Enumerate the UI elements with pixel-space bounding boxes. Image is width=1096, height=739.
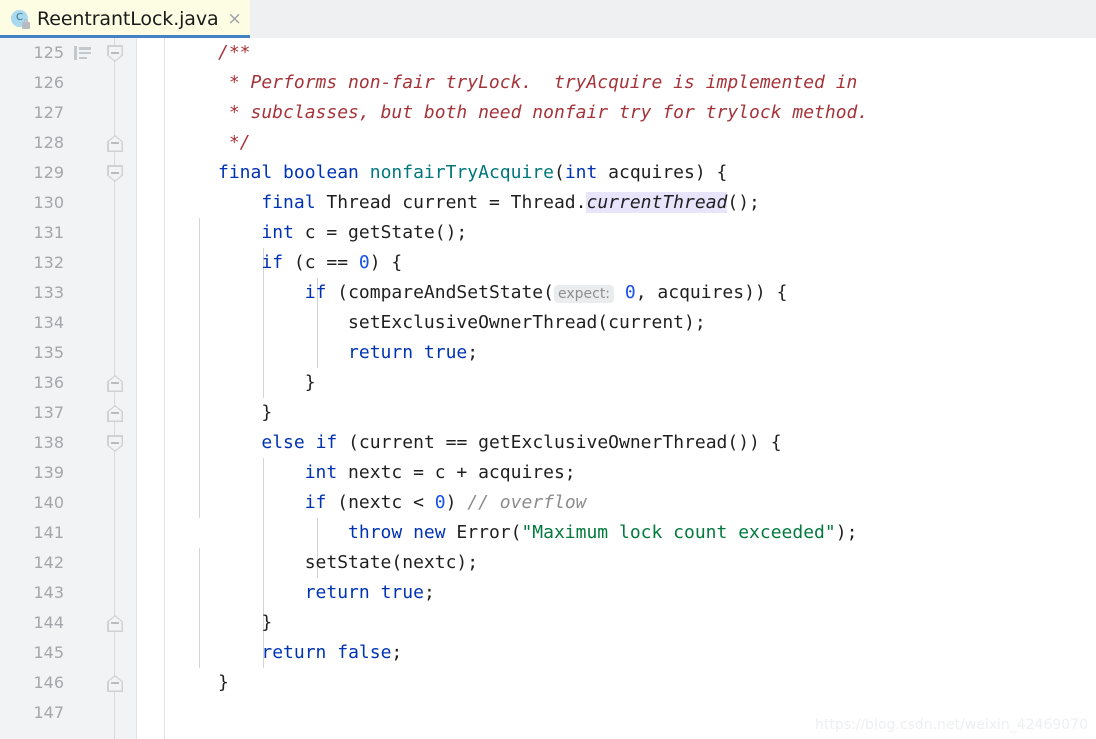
code-line[interactable]: setState(nextc);: [165, 548, 1096, 578]
code-editor[interactable]: 125 126 127 128 129 130 131 132 133 134 135 136 137 1…: [0, 38, 1096, 739]
code-line[interactable]: int c = getState();: [165, 218, 1096, 248]
editor-tab-reentrantlock[interactable]: C ReentrantLock.java ×: [0, 0, 250, 38]
line-number[interactable]: 131: [0, 218, 64, 248]
line-number[interactable]: 144: [0, 608, 64, 638]
inline-comment: // overflow: [467, 492, 587, 513]
line-number[interactable]: 132: [0, 248, 64, 278]
code-line[interactable]: int nextc = c + acquires;: [165, 458, 1096, 488]
code-fold-down-icon[interactable]: [107, 165, 123, 182]
code-line[interactable]: * Performs non-fair tryLock. tryAcquire …: [165, 68, 1096, 98]
line-number[interactable]: 137: [0, 398, 64, 428]
line-number[interactable]: 136: [0, 368, 64, 398]
line-number[interactable]: 133: [0, 278, 64, 308]
code-line[interactable]: return true;: [165, 578, 1096, 608]
line-number[interactable]: 126: [0, 68, 64, 98]
line-number[interactable]: 130: [0, 188, 64, 218]
line-number[interactable]: 138: [0, 428, 64, 458]
code-line[interactable]: if (compareAndSetState(expect: 0, acquir…: [165, 278, 1096, 308]
code-line[interactable]: if (c == 0) {: [165, 248, 1096, 278]
line-number[interactable]: 139: [0, 458, 64, 488]
code-fold-down-icon[interactable]: [107, 435, 123, 452]
code-line[interactable]: final boolean nonfairTryAcquire(int acqu…: [165, 158, 1096, 188]
java-class-icon: C: [11, 9, 30, 29]
line-number[interactable]: 146: [0, 668, 64, 698]
line-number[interactable]: 141: [0, 518, 64, 548]
code-line[interactable]: * subclasses, but both need nonfair try …: [165, 98, 1096, 128]
code-line[interactable]: return false;: [165, 638, 1096, 668]
string-literal: "Maximum lock count exceeded": [521, 522, 836, 543]
line-number[interactable]: 135: [0, 338, 64, 368]
line-number[interactable]: 140: [0, 488, 64, 518]
line-number[interactable]: 147: [0, 698, 64, 728]
parameter-name-hint: expect:: [553, 285, 615, 303]
line-number[interactable]: 128: [0, 128, 64, 158]
code-line[interactable]: else if (current == getExclusiveOwnerThr…: [165, 428, 1096, 458]
editor-tab-bar: C ReentrantLock.java ×: [0, 0, 1096, 38]
line-number[interactable]: 129: [0, 158, 64, 188]
code-text-area[interactable]: /** * Performs non-fair tryLock. tryAcqu…: [165, 38, 1096, 739]
code-line[interactable]: }: [165, 668, 1096, 698]
code-line[interactable]: final Thread current = Thread.currentThr…: [165, 188, 1096, 218]
line-number[interactable]: 142: [0, 548, 64, 578]
code-fold-up-icon[interactable]: [107, 135, 123, 152]
code-line[interactable]: throw new Error("Maximum lock count exce…: [165, 518, 1096, 548]
code-fold-up-icon[interactable]: [107, 615, 123, 632]
code-fold-down-icon[interactable]: [107, 45, 123, 62]
code-line[interactable]: /**: [165, 38, 1096, 68]
line-number[interactable]: 143: [0, 578, 64, 608]
code-line[interactable]: */: [165, 128, 1096, 158]
tab-title: ReentrantLock.java: [37, 8, 219, 30]
line-number[interactable]: 125: [0, 38, 64, 68]
lock-icon: [22, 18, 30, 29]
code-line[interactable]: return true;: [165, 338, 1096, 368]
code-fold-up-icon[interactable]: [107, 375, 123, 392]
line-number[interactable]: 127: [0, 98, 64, 128]
line-number[interactable]: 134: [0, 308, 64, 338]
code-line[interactable]: }: [165, 398, 1096, 428]
reformat-indent-icon[interactable]: [74, 46, 91, 60]
code-fold-up-icon[interactable]: [107, 405, 123, 422]
code-line[interactable]: }: [165, 368, 1096, 398]
code-line[interactable]: if (nextc < 0) // overflow: [165, 488, 1096, 518]
code-line[interactable]: }: [165, 608, 1096, 638]
watermark: https://blog.csdn.net/weixin_42469070: [814, 717, 1088, 733]
close-icon[interactable]: ×: [228, 10, 242, 28]
code-fold-up-icon[interactable]: [107, 675, 123, 692]
line-number[interactable]: 145: [0, 638, 64, 668]
code-line[interactable]: setExclusiveOwnerThread(current);: [165, 308, 1096, 338]
